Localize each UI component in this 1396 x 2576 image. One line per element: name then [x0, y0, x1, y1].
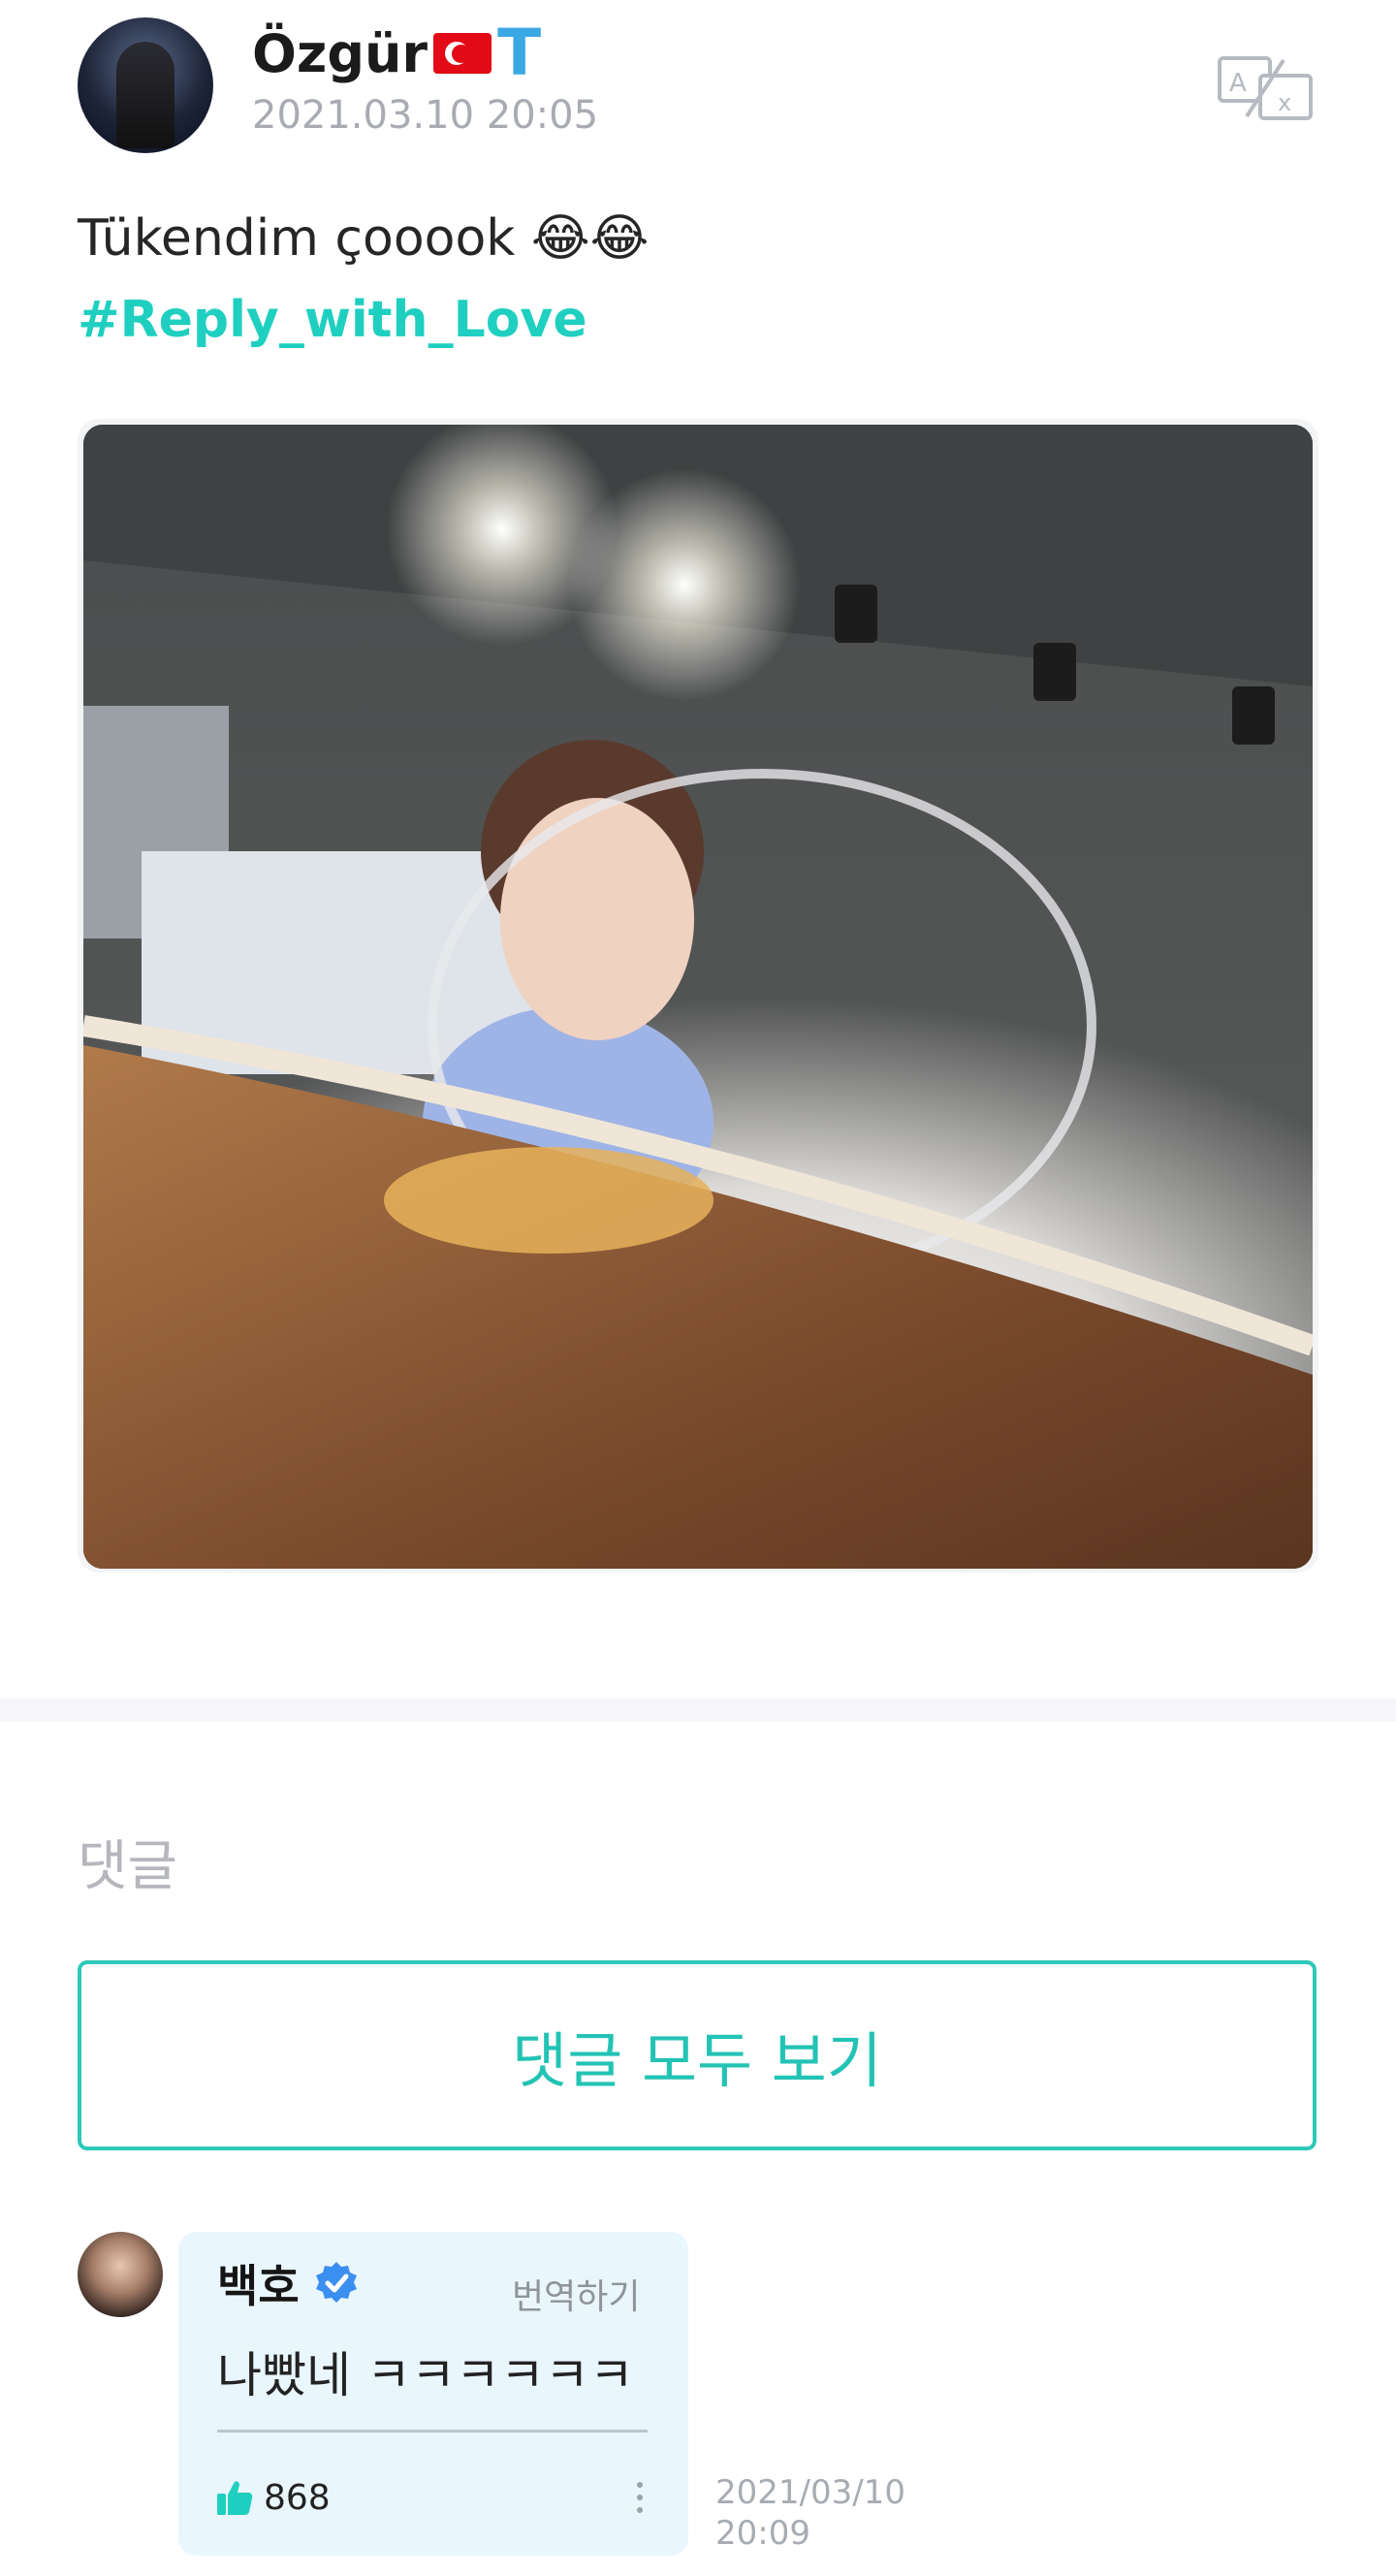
comment-like-count: 868 [264, 2478, 331, 2518]
svg-text:x: x [1278, 89, 1291, 116]
author-name-text[interactable]: Özgür [252, 23, 428, 84]
post-photo[interactable] [83, 425, 1313, 1569]
comment-translate-button[interactable]: 번역하기 [512, 2269, 640, 2319]
post-timestamp: 2021.03.10 20:05 [252, 93, 599, 138]
author-name[interactable]: Özgür T [252, 21, 541, 85]
post-text: Tükendim çooook 😂😂 [78, 209, 650, 268]
hashtag-link[interactable]: #Reply_with_Love [78, 291, 587, 349]
author-avatar[interactable] [78, 17, 213, 153]
comment-author[interactable]: 백호 [217, 2251, 360, 2315]
comment-divider [217, 2430, 648, 2433]
comment-date: 2021/03/10 [715, 2473, 905, 2512]
comment-author-name[interactable]: 백호 [217, 2251, 300, 2315]
section-divider [0, 1699, 1396, 1722]
verified-icon [315, 2262, 357, 2303]
svg-text:A: A [1229, 69, 1247, 98]
translate-icon[interactable]: A x [1218, 56, 1313, 120]
comment-text: 나빴네 ㅋㅋㅋㅋㅋㅋ [217, 2347, 634, 2403]
comment-timestamp: 2021/03/10 20:09 [715, 2472, 948, 2554]
thumbs-up-icon[interactable] [215, 2478, 254, 2517]
comment-author-avatar[interactable] [78, 2232, 163, 2317]
more-options-icon[interactable] [632, 2480, 648, 2515]
comments-section-label: 댓글 [78, 1835, 178, 1898]
view-all-comments-button[interactable]: 댓글 모두 보기 [78, 1960, 1317, 2150]
membership-badge: T [497, 16, 542, 90]
flag-turkey-icon [433, 33, 492, 74]
comment-clock: 20:09 [715, 2514, 810, 2553]
